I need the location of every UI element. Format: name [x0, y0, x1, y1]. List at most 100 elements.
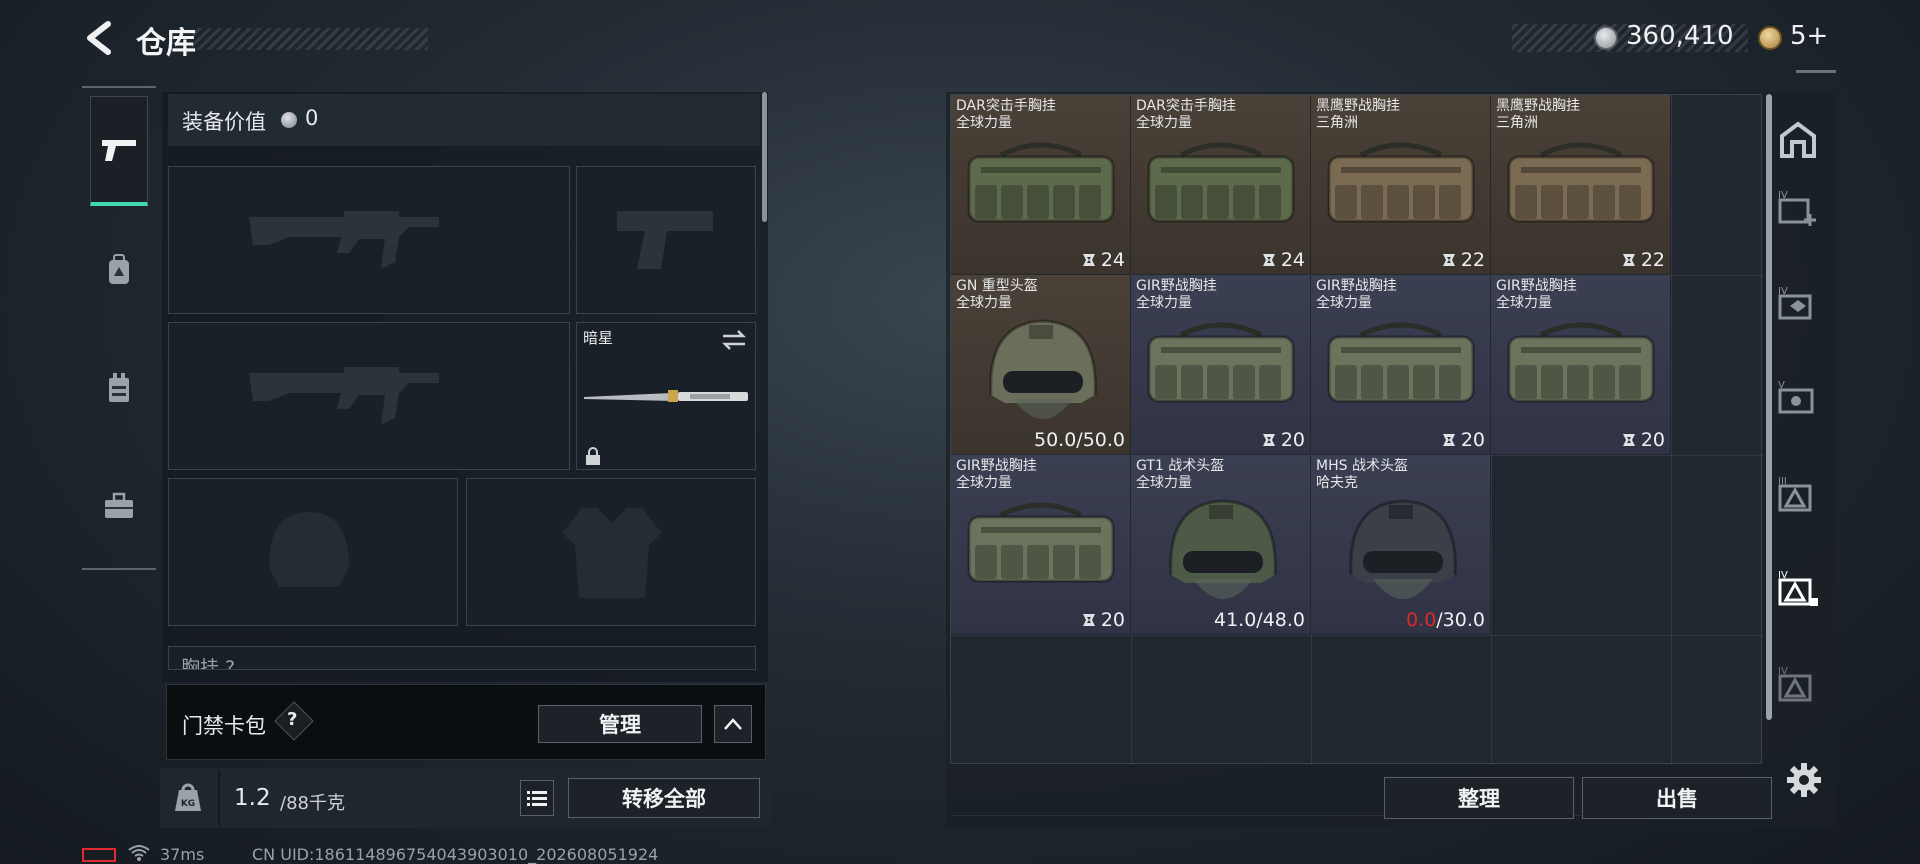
battery-icon: [82, 848, 116, 862]
durability-current: 0.0: [1406, 609, 1437, 631]
chest-rig-icon: [967, 142, 1115, 223]
inventory-item[interactable]: DAR突击手胸挂 全球力量 24: [1131, 95, 1310, 274]
helmet-icon: [1169, 499, 1277, 599]
page-title: 仓库: [136, 26, 196, 61]
pistol-slot[interactable]: [576, 166, 756, 314]
inventory-item[interactable]: MHS 战术头盔 哈夫克 0.0/30.0: [1311, 455, 1490, 634]
back-button[interactable]: [80, 18, 120, 58]
sidebar-tab-chest-rig[interactable]: [100, 368, 138, 408]
lock-icon: [586, 447, 600, 465]
crate-iv-tab[interactable]: IV: [1776, 664, 1820, 704]
crate-iii-icon: III: [1778, 476, 1812, 512]
item-faction: 全球力量: [956, 475, 1012, 491]
sidebar-tab-weapons[interactable]: [90, 96, 148, 206]
capacity-icon: [1442, 434, 1455, 446]
helmet-icon: [1349, 499, 1457, 599]
item-name-block: DAR突击手胸挂 全球力量: [956, 98, 1056, 132]
inventory-item[interactable]: GIR野战胸挂 全球力量 20: [1491, 275, 1670, 454]
weight-current: 1.2: [234, 785, 271, 811]
item-faction: 全球力量: [956, 295, 1012, 311]
weight-icon: KG: [174, 782, 202, 812]
crate-v-tab[interactable]: V: [1776, 378, 1820, 418]
inventory-item[interactable]: 黑鹰野战胸挂 三角洲 22: [1491, 95, 1670, 274]
inventory-item[interactable]: GIR野战胸挂 全球力量 20: [951, 455, 1130, 634]
capacity-value: 24: [1081, 249, 1125, 271]
grid-line: [951, 635, 1763, 636]
capacity-icon: [1622, 254, 1635, 266]
armor-silhouette-icon: [562, 508, 662, 598]
add-crate-tab[interactable]: IV: [1776, 188, 1820, 228]
svg-text:KG: KG: [181, 799, 195, 809]
melee-name: 暗星: [583, 329, 614, 347]
sell-button[interactable]: 出售: [1582, 777, 1772, 819]
inventory-item[interactable]: DAR突击手胸挂 全球力量 24: [951, 95, 1130, 274]
vault-tab[interactable]: [1776, 120, 1820, 160]
item-name-block: GIR野战胸挂 全球力量: [1316, 278, 1397, 312]
crate-iv-active-tab[interactable]: IV: [1776, 568, 1820, 608]
capacity-icon: [1262, 434, 1275, 446]
melee-slot[interactable]: 暗星: [576, 322, 756, 470]
crate-iv-icon: IV: [1778, 666, 1812, 702]
swap-icon[interactable]: [721, 329, 747, 351]
inventory-item[interactable]: GN 重型头盔 全球力量 50.0/50.0: [951, 275, 1130, 454]
item-faction: 三角洲: [1316, 115, 1358, 131]
chest-rig-icon: [1327, 322, 1475, 403]
manage-button[interactable]: 管理: [538, 705, 702, 743]
header-divider: [1796, 70, 1836, 73]
item-name-block: DAR突击手胸挂 全球力量: [1136, 98, 1236, 132]
list-view-button[interactable]: [520, 780, 554, 816]
chest-rig-icon: [967, 502, 1115, 583]
capacity-value: 20: [1621, 429, 1665, 451]
weight-divider: [218, 770, 220, 826]
collapse-button[interactable]: [714, 705, 752, 743]
capacity-icon: [1082, 614, 1095, 626]
crate-iii-tab[interactable]: III: [1776, 474, 1820, 514]
storage-grid: DAR突击手胸挂 全球力量 24 DAR突击手胸挂 全球力量 24 黑鹰野战胸挂 三角…: [950, 94, 1763, 816]
capacity-icon: [1082, 254, 1095, 266]
secondary-weapon-slot[interactable]: [168, 322, 570, 470]
armor-slot[interactable]: [466, 478, 756, 626]
toolbox-icon: [105, 492, 133, 518]
item-faction: 全球力量: [1136, 115, 1192, 131]
item-name-block: GT1 战术头盔 全球力量: [1136, 458, 1224, 492]
inventory-item[interactable]: GIR野战胸挂 全球力量 20: [1311, 275, 1490, 454]
backpack-icon: [109, 254, 129, 284]
knife-icon: [584, 390, 748, 402]
inventory-item[interactable]: 黑鹰野战胸挂 三角洲 22: [1311, 95, 1490, 274]
equipment-value-amount: 0: [305, 106, 319, 130]
item-name-block: GIR野战胸挂 全球力量: [956, 458, 1037, 492]
item-name-block: MHS 战术头盔 哈夫克: [1316, 458, 1408, 492]
grid-line: [1671, 95, 1672, 765]
chest-rig-icon: [1147, 322, 1295, 403]
durability-value: 41.0/48.0: [1213, 609, 1305, 631]
helmet-icon: [989, 319, 1097, 419]
capacity-icon: [1262, 254, 1275, 266]
premium-badge-count[interactable]: 5+: [1790, 21, 1828, 51]
organize-button[interactable]: 整理: [1384, 777, 1574, 819]
item-name: 黑鹰野战胸挂: [1496, 98, 1580, 114]
item-name-block: GIR野战胸挂 全球力量: [1136, 278, 1217, 312]
sidebar-tab-backpack[interactable]: [100, 250, 138, 290]
back-arrow-icon: [87, 21, 111, 55]
chest-rig-slot-partial[interactable]: 胸挂 ?: [168, 646, 756, 670]
crate-transfer-tab[interactable]: IV: [1776, 284, 1820, 324]
inventory-item[interactable]: GIR野战胸挂 全球力量 20: [1131, 275, 1310, 454]
item-name-block: 黑鹰野战胸挂 三角洲: [1496, 98, 1580, 132]
item-faction: 三角洲: [1496, 115, 1538, 131]
helmet-silhouette-icon: [269, 512, 349, 587]
item-faction: 全球力量: [1136, 475, 1192, 491]
inventory-item[interactable]: GT1 战术头盔 全球力量 41.0/48.0: [1131, 455, 1310, 634]
settings-button[interactable]: [1786, 762, 1822, 798]
helmet-slot[interactable]: [168, 478, 458, 626]
primary-weapon-slot[interactable]: [168, 166, 570, 314]
equipment-scrollbar[interactable]: [762, 92, 767, 222]
item-name-block: GN 重型头盔 全球力量: [956, 278, 1038, 312]
item-name-block: 黑鹰野战胸挂 三角洲: [1316, 98, 1400, 132]
item-name: DAR突击手胸挂: [1136, 98, 1236, 114]
sidebar-tab-toolbox[interactable]: [100, 486, 138, 526]
item-faction: 全球力量: [1316, 295, 1372, 311]
rifle-silhouette-icon: [249, 211, 439, 269]
transfer-all-button[interactable]: 转移全部: [568, 778, 760, 818]
durability-value: 0.0/30.0: [1406, 609, 1485, 631]
item-faction: 哈夫克: [1316, 475, 1358, 491]
